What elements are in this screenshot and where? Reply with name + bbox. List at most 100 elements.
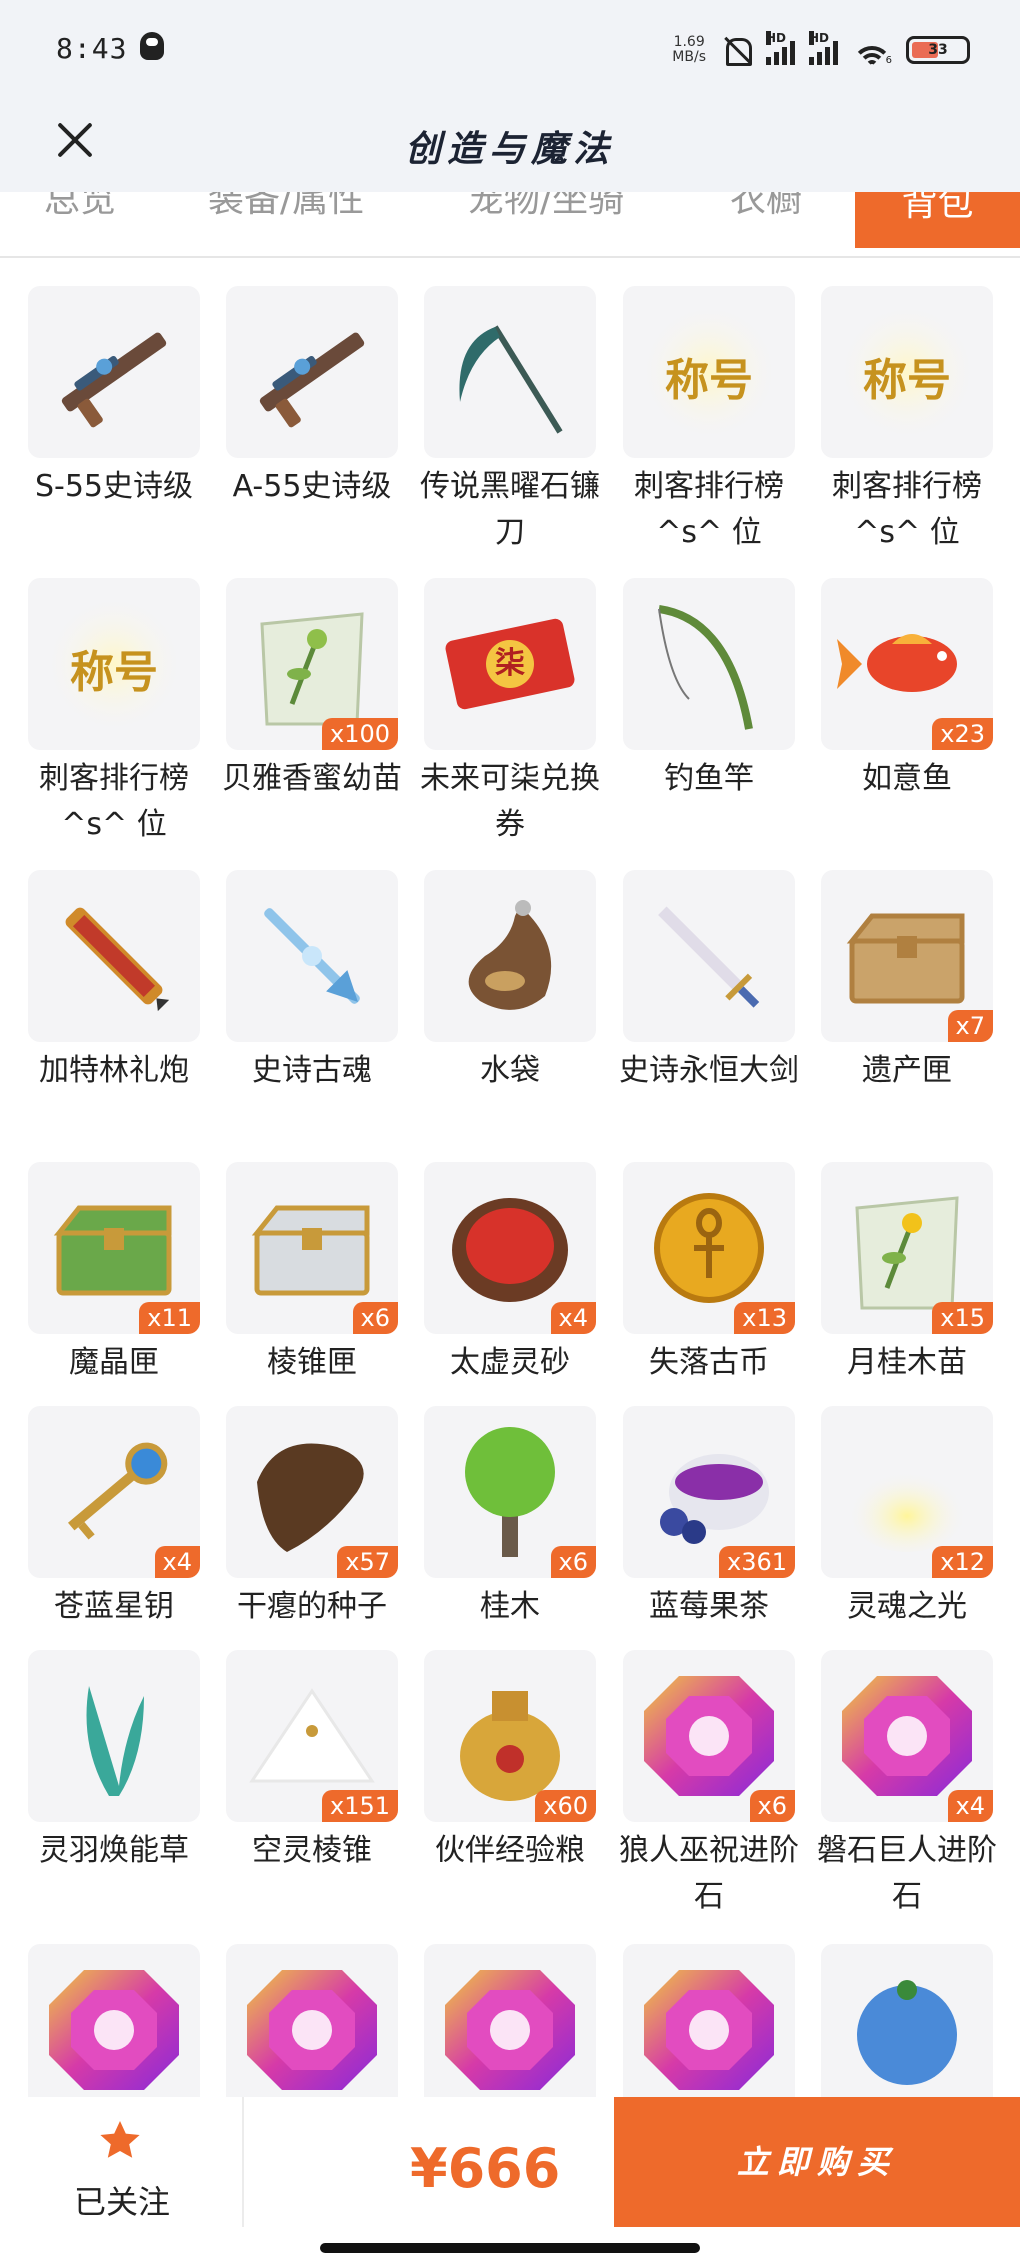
item-count-badge: x12 [932,1546,993,1578]
item-name: 刺客排行榜^s^ 位 [832,469,982,550]
item-card[interactable]: x57 干瘪的种子 [226,1406,398,1630]
item-card[interactable]: A-55史诗级 [226,286,398,510]
item-card[interactable]: x4 磐石巨人进阶石 [817,1650,997,1920]
item-count-badge: x11 [139,1302,200,1334]
item-card[interactable] [226,1944,398,2116]
battery-level: 33 [928,42,948,58]
tab-overview[interactable]: 总览 [44,192,116,222]
price: ¥666 [410,2137,561,2200]
item-name: 蓝莓果茶 [649,1589,769,1624]
bottom-bar: 已关注 ¥666 立即购买 [0,2097,1020,2267]
item-card[interactable]: 钓鱼竿 [623,578,795,802]
app-header: 创造与魔法 [0,100,1020,192]
item-name: S-55史诗级 [34,469,194,504]
gold-coin-icon: x13 [623,1162,795,1334]
tab-wardrobe[interactable]: 衣橱 [730,192,802,222]
signal-icon-2: HD [809,31,838,65]
item-name: 刺客排行榜^s^ 位 [634,469,784,550]
signal-icon: HD [766,31,795,65]
red-sand-bowl-icon: x4 [424,1162,596,1334]
soul-light-icon: x12 [821,1406,993,1578]
net-speed: 1.69 MB/s [672,35,706,65]
item-card[interactable]: S-55史诗级 [28,286,200,510]
item-card[interactable]: x100 贝雅香蜜幼苗 [222,578,402,802]
item-card[interactable]: x11 魔晶匣 [28,1162,200,1386]
item-name: A-55史诗级 [232,469,392,504]
item-card[interactable]: 称号 刺客排行榜^s^ 位 [28,578,200,848]
title-badge-icon: 称号 [821,286,993,458]
item-card[interactable] [28,1944,200,2116]
item-card[interactable]: 称号刺客排行榜^s^ 位 [623,286,795,556]
item-name: 如意鱼 [862,761,952,796]
buy-now-button[interactable]: 立即购买 [614,2097,1020,2227]
item-name: 苍蓝星钥 [54,1589,174,1624]
item-name: 棱锥匣 [267,1345,357,1380]
item-card[interactable]: 史诗永恒大剑 [619,870,799,1094]
follow-button[interactable]: 已关注 [0,2097,244,2227]
item-card[interactable]: x6 狼人巫祝进阶石 [619,1650,799,1920]
item-name: 传说黑曜石镰刀 [420,469,600,550]
follow-label: 已关注 [73,2183,170,2221]
item-name: 贝雅香蜜幼苗 [222,761,402,796]
item-count-badge: x23 [932,718,993,750]
item-card[interactable]: x13 失落古币 [623,1162,795,1386]
item-name: 钓鱼竿 [664,761,754,796]
item-count-badge: x60 [535,1790,596,1822]
item-count-badge: x4 [550,1302,596,1334]
item-card[interactable]: 称号刺客排行榜^s^ 位 [821,286,993,556]
item-card[interactable]: x7 遗产匣 [821,870,993,1094]
item-card[interactable]: 传说黑曜石镰刀 [420,286,600,556]
item-name: 磐石巨人进阶石 [817,1833,997,1914]
item-card[interactable]: x12 灵魂之光 [821,1406,993,1630]
seed-packet-icon: x100 [226,578,398,750]
item-card[interactable]: x60 伙伴经验粮 [424,1650,596,1874]
item-card[interactable]: x4 苍蓝星钥 [28,1406,200,1630]
item-count-badge: x13 [734,1302,795,1334]
battery-icon: 33 [906,36,970,64]
item-card[interactable] [821,1944,993,2116]
wifi-icon: 6 [852,34,892,66]
item-card[interactable] [424,1944,596,2116]
item-card[interactable]: 加特林礼炮 [28,870,200,1094]
item-name: 太虚灵砂 [450,1345,570,1380]
item-card[interactable]: x6 棱锥匣 [226,1162,398,1386]
item-card[interactable]: 史诗古魂 [226,870,398,1094]
item-name: 灵魂之光 [847,1589,967,1624]
item-name: 史诗古魂 [252,1053,372,1088]
home-indicator[interactable] [320,2243,700,2253]
page-title: 创造与魔法 [404,128,615,170]
item-card[interactable]: x23 如意鱼 [821,578,993,802]
item-count-badge: x4 [154,1546,200,1578]
item-card[interactable]: 柒未来可柒兑换券 [420,578,600,848]
tab-pets[interactable]: 宠物/坐骑 [468,192,624,222]
item-card[interactable]: x15 月桂木苗 [821,1162,993,1386]
item-name: 水袋 [480,1053,540,1088]
item-count-badge: x6 [550,1546,596,1578]
red-ticket-icon: 柒 [424,578,596,750]
epic-rifle-icon [28,286,200,458]
item-card[interactable]: x4 太虚灵砂 [424,1162,596,1386]
item-card[interactable]: 灵羽焕能草 [28,1650,200,1874]
tab-equipment[interactable]: 装备/属性 [208,192,364,222]
item-card[interactable]: 水袋 [424,870,596,1094]
tab-backpack[interactable]: 背包 [855,192,1020,248]
item-card[interactable]: x361 蓝莓果茶 [623,1406,795,1630]
great-sword-icon [623,870,795,1042]
tree-icon: x6 [424,1406,596,1578]
net-speed-unit: MB/s [672,49,706,65]
item-count-badge: x151 [321,1790,398,1822]
item-name: 史诗永恒大剑 [619,1053,799,1088]
item-count-badge: x6 [749,1790,795,1822]
item-card[interactable] [623,1944,795,2116]
item-card[interactable]: x151 空灵棱锥 [226,1650,398,1874]
item-count-badge: x15 [932,1302,993,1334]
title-badge-icon: 称号 [28,578,200,750]
advance-gem-icon: x4 [821,1650,993,1822]
title-badge-text: 称号 [665,355,753,406]
item-card[interactable]: x6 桂木 [424,1406,596,1630]
berry-tea-icon: x361 [623,1406,795,1578]
feather-grass-icon [28,1650,200,1822]
item-name: 灵羽焕能草 [39,1833,189,1868]
item-name: 伙伴经验粮 [435,1833,585,1868]
advance-gem-icon [226,1944,398,2116]
